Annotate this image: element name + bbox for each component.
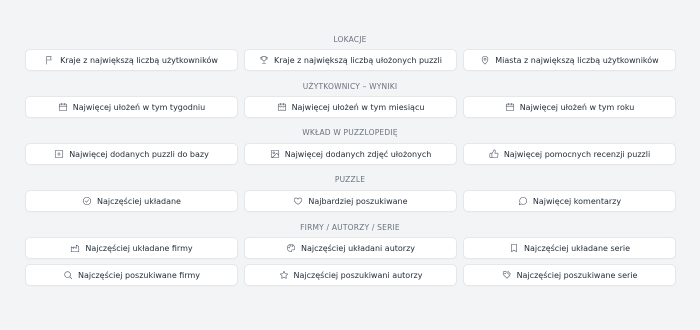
ranking-button-countries-most-solved[interactable]: Kraje z największą liczbą ułożonych puzz… — [244, 49, 457, 71]
button-label: Najczęściej układane firmy — [85, 243, 193, 253]
calendar-icon — [58, 102, 67, 112]
ranking-button-most-solved-month[interactable]: Najwięcej ułożeń w tym miesiącu — [244, 96, 457, 118]
bookmark-icon — [511, 243, 517, 253]
image-icon — [270, 149, 279, 159]
button-label: Najwięcej ułożeń w tym tygodniu — [72, 102, 206, 112]
ranking-button-most-solved-year[interactable]: Najwięcej ułożeń w tym roku — [463, 96, 676, 118]
section-title-brands-authors-series: FIRMY / AUTORZY / SERIE — [300, 223, 400, 232]
ranking-button-most-solved-brands[interactable]: Najczęściej układane firmy — [25, 237, 238, 259]
ranking-button-most-wanted-series[interactable]: Najczęściej poszukiwane serie — [463, 264, 676, 286]
button-label: Najwięcej komentarzy — [532, 196, 622, 206]
button-label: Najczęściej poszukiwane firmy — [77, 270, 201, 280]
button-label: Najczęściej poszukiwane serie — [516, 270, 638, 280]
button-label: Najczęściej układani autorzy — [300, 243, 416, 253]
star-icon — [279, 270, 288, 279]
ranking-button-most-solved-week[interactable]: Najwięcej ułożeń w tym tygodniu — [25, 96, 238, 118]
section-title-locations: LOKACJE — [333, 35, 367, 44]
trophy-icon — [260, 56, 268, 65]
ranking-button-most-added-photos[interactable]: Najwięcej dodanych zdjęć ułożonych — [244, 143, 457, 165]
button-label: Najwięcej dodanych puzzli do bazy — [69, 149, 209, 159]
section-title-contribution: WKŁAD W PUZZLOPEDIĘ — [302, 128, 398, 137]
button-label: Najwięcej pomocnych recenzji puzzli — [503, 149, 651, 159]
ranking-button-most-added-puzzles[interactable]: Najwięcej dodanych puzzli do bazy — [25, 143, 238, 165]
ranking-button-most-wanted-brands[interactable]: Najczęściej poszukiwane firmy — [25, 264, 238, 286]
message-circle-icon — [518, 196, 527, 206]
ranking-button-most-helpful-reviews[interactable]: Najwięcej pomocnych recenzji puzzli — [463, 143, 676, 165]
button-label: Najczęściej poszukiwani autorzy — [293, 270, 423, 280]
calendar-icon — [505, 102, 514, 112]
button-row-contribution: Najwięcej dodanych puzzli do bazy Najwię… — [25, 143, 677, 165]
ranking-button-most-often-solved[interactable]: Najczęściej układane — [25, 190, 238, 212]
button-label: Najczęściej układane — [97, 196, 181, 206]
calendar-grid-icon — [277, 102, 286, 112]
ranking-button-most-solved-authors[interactable]: Najczęściej układani autorzy — [244, 237, 457, 259]
tags-icon — [502, 270, 511, 279]
button-label: Najwięcej dodanych zdjęć ułożonych — [284, 149, 432, 159]
check-circle-icon — [82, 196, 92, 206]
button-label: Najbardziej poszukiwane — [308, 196, 408, 206]
palette-icon — [286, 243, 296, 253]
button-row-locations: Kraje z największą liczbą użytkowników K… — [25, 49, 677, 71]
flag-icon — [46, 56, 52, 65]
ranking-button-countries-most-users[interactable]: Kraje z największą liczbą użytkowników — [25, 49, 238, 71]
ranking-button-most-comments[interactable]: Najwięcej komentarzy — [463, 190, 676, 212]
ranking-button-most-wanted-authors[interactable]: Najczęściej poszukiwani autorzy — [244, 264, 457, 286]
button-row-puzzle: Najczęściej układane Najbardziej poszuki… — [25, 190, 677, 212]
button-row-most-solved-entities: Najczęściej układane firmy Najczęściej u… — [25, 237, 677, 259]
map-pin-icon — [482, 56, 489, 65]
button-label: Kraje z największą liczbą ułożonych puzz… — [274, 55, 442, 65]
heart-icon — [294, 197, 303, 205]
button-row-most-wanted-entities: Najczęściej poszukiwane firmy Najczęście… — [25, 264, 677, 286]
thumbs-up-icon — [489, 149, 499, 159]
button-label: Kraje z największą liczbą użytkowników — [60, 55, 218, 65]
section-title-puzzle: PUZZLE — [334, 175, 366, 184]
button-label: Najczęściej układane serie — [523, 243, 631, 253]
ranking-button-cities-most-users[interactable]: Miasta z największą liczbą użytkowników — [463, 49, 676, 71]
ranking-button-most-solved-series[interactable]: Najczęściej układane serie — [463, 237, 676, 259]
square-plus-icon — [55, 149, 64, 159]
button-label: Miasta z największą liczbą użytkowników — [495, 55, 659, 65]
search-icon — [64, 271, 72, 280]
button-row-users-results: Najwięcej ułożeń w tym tygodniu Najwięce… — [25, 96, 677, 118]
rankings-page: LOKACJE Kraje z największą liczbą użytko… — [0, 0, 700, 330]
section-title-users-results: UŻYTKOWNICY – WYNIKI — [302, 82, 398, 91]
factory-icon — [71, 244, 80, 253]
button-label: Najwięcej ułożeń w tym roku — [519, 102, 635, 112]
button-label: Najwięcej ułożeń w tym miesiącu — [291, 102, 425, 112]
ranking-button-most-wanted[interactable]: Najbardziej poszukiwane — [244, 190, 457, 212]
